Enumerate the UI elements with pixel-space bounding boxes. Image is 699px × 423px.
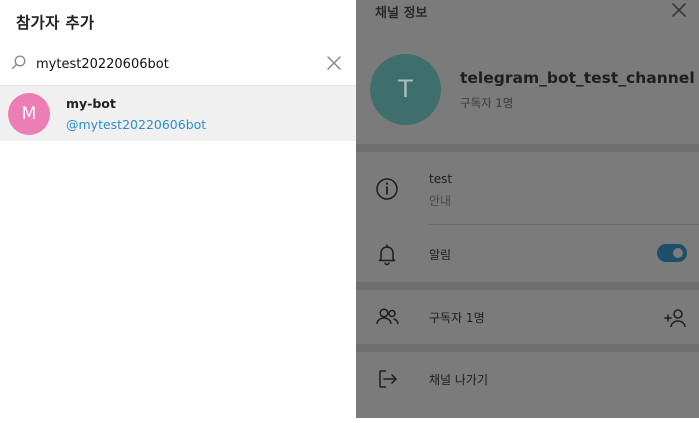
users-icon: [376, 308, 399, 325]
close-icon[interactable]: [324, 53, 344, 73]
channel-info-panel: 채널 정보 T telegram_bot_test_channel 구독자 1명…: [356, 0, 699, 423]
section-divider: [356, 144, 699, 152]
section-divider: [356, 344, 699, 352]
add-participants-dialog: 참가자 추가 M my-bot @mytest20220606bot: [0, 0, 356, 423]
leave-icon: [379, 370, 397, 388]
notifications-label: 알림: [429, 248, 452, 262]
result-username: @mytest20220606bot: [66, 117, 207, 132]
search-input[interactable]: [36, 53, 316, 75]
bottom-strip: [0, 418, 699, 423]
description-label: 안내: [429, 194, 452, 208]
description-text: test: [429, 172, 453, 186]
dialog-title: 참가자 추가: [16, 14, 95, 32]
panel-title: 채널 정보: [375, 6, 428, 21]
search-bar: [0, 44, 356, 84]
channel-name: telegram_bot_test_channel: [460, 69, 695, 87]
members-label: 구독자 1명: [429, 311, 485, 325]
channel-avatar: T: [370, 54, 441, 125]
result-name: my-bot: [66, 96, 116, 111]
avatar: M: [8, 93, 50, 135]
divider: [429, 224, 699, 225]
channel-subscribers: 구독자 1명: [460, 96, 514, 110]
bell-icon: [378, 244, 396, 266]
section-divider: [356, 282, 699, 290]
toggle-knob: [671, 246, 685, 260]
close-icon[interactable]: [670, 1, 688, 19]
add-user-icon[interactable]: [663, 305, 689, 331]
list-item[interactable]: M my-bot @mytest20220606bot: [0, 86, 356, 141]
leave-channel-label[interactable]: 채널 나가기: [429, 371, 488, 388]
search-icon: [11, 55, 26, 70]
info-icon: [376, 178, 398, 200]
notifications-toggle[interactable]: [657, 244, 687, 262]
